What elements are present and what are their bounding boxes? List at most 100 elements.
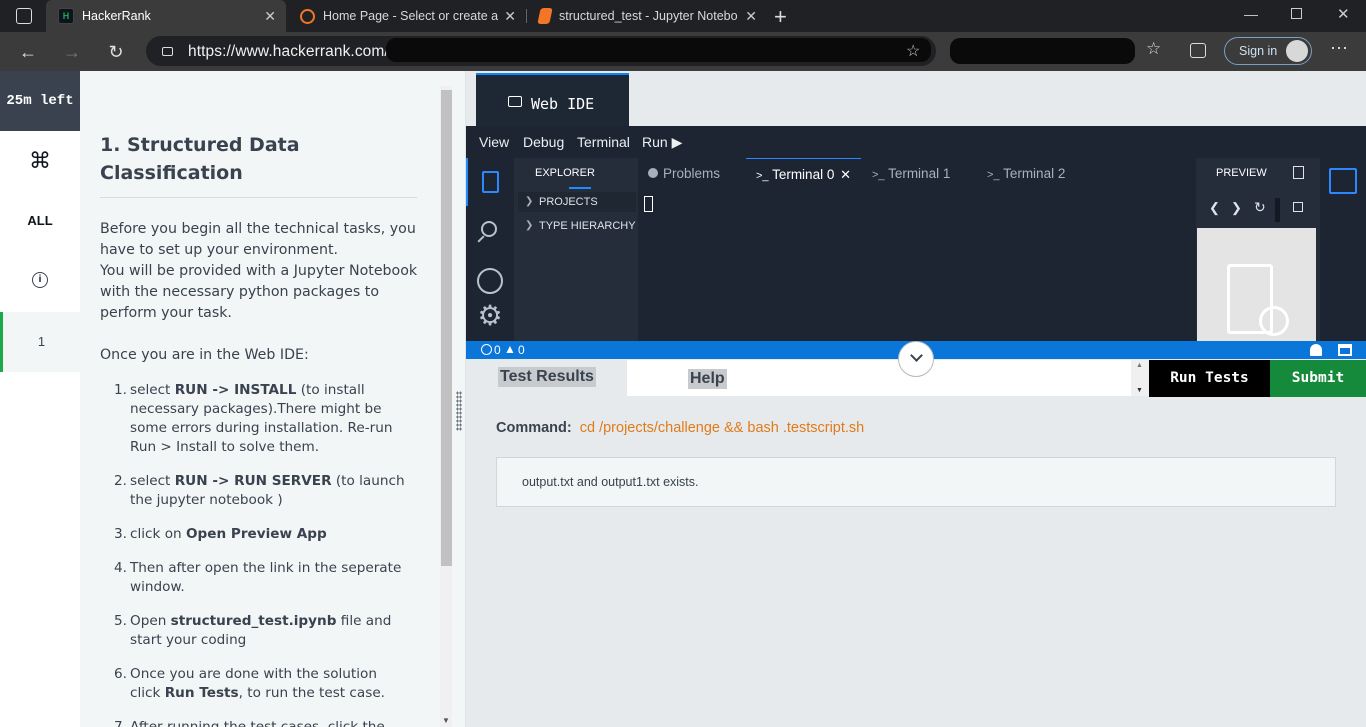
web-ide-tab[interactable]: Web IDE (476, 73, 629, 128)
steps-list: 1. select RUN -> INSTALL (to install nece… (110, 381, 410, 727)
more-options-icon[interactable]: ⋯ (1330, 38, 1348, 59)
ide-panel: Web IDE View Debug Terminal Run ▶ ⚙ EXPL… (466, 71, 1366, 727)
problem-intro: Before you begin all the technical tasks… (100, 219, 422, 366)
step-item: 7. After running the test cases, click th… (110, 718, 410, 727)
menu-run[interactable]: Run ▶ (642, 134, 682, 151)
tab-label: Terminal 0 (772, 167, 835, 182)
step-number: 5. (114, 613, 127, 629)
shortcuts-button[interactable]: ⌘ (0, 131, 80, 191)
notification-bell-icon[interactable] (1310, 344, 1322, 356)
run-tests-button[interactable]: Run Tests (1149, 360, 1270, 397)
drag-handle-icon[interactable] (456, 391, 462, 431)
new-tab-icon[interactable]: + (774, 4, 787, 30)
scroll-up-arrow-icon[interactable]: ▲ (1136, 362, 1143, 369)
question-1-button[interactable]: 1 (0, 312, 80, 372)
terminal-prompt-icon: >_ (987, 169, 1000, 181)
files-icon[interactable] (482, 171, 499, 193)
scroll-down-arrow-icon[interactable]: ▼ (1136, 387, 1143, 394)
tab-label: Problems (663, 166, 721, 181)
preview-refresh-icon[interactable]: ↻ (1254, 199, 1266, 216)
web-ide-label: Web IDE (531, 95, 595, 113)
terminal-cursor[interactable] (644, 196, 653, 212)
submit-button[interactable]: Submit (1270, 360, 1366, 397)
problem-scrollbar[interactable]: ▼ (440, 86, 452, 727)
chevron-right-icon: ❯ (525, 196, 534, 207)
refresh-icon[interactable]: ↻ (104, 40, 128, 64)
menu-view[interactable]: View (479, 134, 509, 150)
favorites-icon[interactable]: ☆ (1146, 39, 1161, 59)
close-terminal-icon[interactable]: ✕ (840, 159, 851, 190)
scrollbar-thumb[interactable] (441, 90, 452, 566)
tab-label: Terminal 1 (888, 166, 951, 181)
preview-toggle-icon[interactable] (1329, 168, 1357, 194)
problem-statement-panel: 1. Structured Data Classification Before… (80, 71, 440, 727)
close-tab-icon[interactable]: ✕ (504, 8, 516, 25)
tab-actions-icon[interactable] (16, 8, 32, 24)
step-text: After running the test cases, click the (130, 719, 385, 727)
step-number: 3. (114, 526, 127, 542)
search-icon[interactable] (481, 221, 497, 237)
explorer-item-projects[interactable]: ❯ PROJECTS (518, 192, 636, 212)
error-icon[interactable] (481, 344, 492, 355)
close-tab-icon[interactable]: ✕ (745, 8, 757, 25)
favorite-star-icon[interactable]: ☆ (906, 41, 920, 61)
info-button[interactable]: i (0, 251, 80, 311)
preview-url-field[interactable] (1275, 198, 1280, 222)
all-questions-button[interactable]: ALL (0, 191, 80, 251)
tab-terminal-1[interactable]: >_ Terminal 1 (868, 158, 968, 189)
collections-icon[interactable] (1190, 43, 1206, 58)
browser-tab-home-page[interactable]: Home Page - Select or create a n ✕ (288, 0, 526, 32)
debug-icon[interactable] (477, 268, 503, 294)
step-bold-text: Run Tests (164, 685, 239, 701)
preview-external-icon[interactable] (1293, 202, 1303, 212)
step-item: 2. select RUN -> RUN SERVER (to launch th… (110, 472, 410, 510)
maximize-panel-icon[interactable] (1338, 344, 1352, 356)
hackerrank-favicon-icon: H (58, 8, 74, 24)
terminal-panel: Problems >_ Terminal 0 ✕ >_ Terminal 1 >… (638, 158, 1196, 341)
settings-gear-icon[interactable]: ⚙ (475, 301, 505, 331)
timer-badge: 25m left (0, 71, 80, 131)
step-text: Open (130, 613, 171, 629)
preview-forward-icon[interactable]: ❯ (1231, 200, 1242, 216)
all-label: ALL (27, 213, 53, 228)
step-text: Then after open the link in the seperate… (130, 560, 402, 595)
close-window-icon[interactable]: ✕ (1337, 5, 1350, 23)
close-tab-icon[interactable]: ✕ (264, 8, 276, 25)
explorer-active-indicator (466, 158, 468, 206)
menu-terminal[interactable]: Terminal (577, 134, 630, 150)
scroll-down-arrow-icon[interactable]: ▼ (442, 716, 450, 725)
question-number: 1 (37, 334, 46, 349)
explorer-header: EXPLORER (535, 167, 595, 179)
step-bold-text: structured_test.ipynb (170, 613, 337, 629)
info-icon: i (32, 272, 48, 288)
back-icon[interactable]: ← (16, 40, 40, 64)
panel-splitter[interactable] (452, 71, 466, 727)
tab-test-results[interactable]: Test Results (498, 367, 596, 387)
forward-icon[interactable]: → (60, 40, 84, 64)
restore-icon[interactable] (1291, 8, 1302, 19)
open-preview-icon[interactable] (1293, 166, 1304, 179)
collapse-panel-button[interactable] (898, 341, 934, 377)
browser-tab-jupyter-notebook[interactable]: structured_test - Jupyter Notebo ✕ (527, 0, 767, 32)
command-key-icon: ⌘ (29, 148, 51, 173)
tab-terminal-0[interactable]: >_ Terminal 0 ✕ (746, 158, 861, 189)
menu-debug[interactable]: Debug (523, 134, 564, 150)
tab-title: HackerRank (82, 9, 151, 23)
explorer-header-underline (569, 187, 591, 189)
minimize-icon[interactable]: — (1244, 6, 1258, 22)
browser-tab-bar: H HackerRank ✕ Home Page - Select or cre… (0, 0, 1366, 32)
sign-in-button[interactable]: Sign in (1224, 37, 1312, 65)
tab-terminal-2[interactable]: >_ Terminal 2 (983, 158, 1083, 189)
url-field[interactable]: https://www.hackerrank.com/ ☆ (146, 36, 936, 66)
toolbar-scrollbar[interactable]: ▲ ▼ (1131, 360, 1149, 396)
tab-help[interactable]: Help (688, 369, 727, 389)
title-divider (100, 197, 417, 198)
explorer-item-type-hierarchy[interactable]: ❯ TYPE HIERARCHY (518, 216, 636, 236)
intro-paragraph: You will be provided with a Jupyter Note… (100, 263, 418, 321)
step-text: select (130, 382, 175, 398)
browser-tab-hackerrank[interactable]: H HackerRank ✕ (46, 0, 286, 32)
tab-problems[interactable]: Problems (646, 158, 741, 189)
step-text: , to run the test case. (238, 685, 386, 701)
preview-back-icon[interactable]: ❮ (1209, 200, 1220, 216)
warning-icon[interactable]: ▲ (504, 342, 516, 356)
